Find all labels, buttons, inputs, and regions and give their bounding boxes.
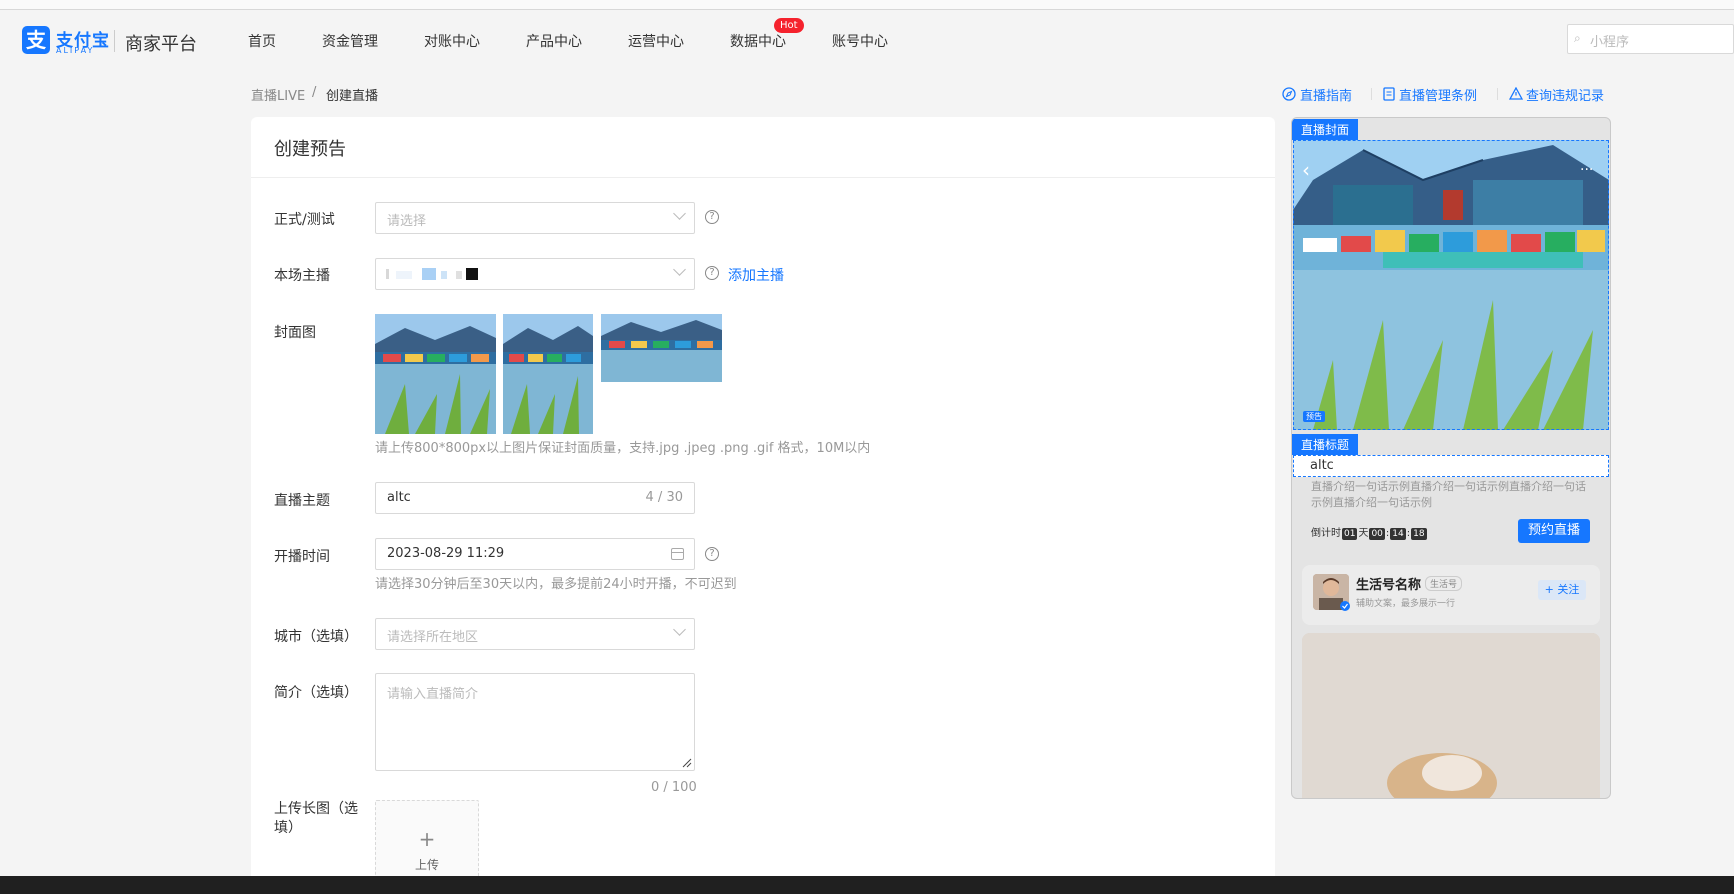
follow-button[interactable]: + 关注 bbox=[1538, 580, 1586, 600]
alipay-logo-sub: ALIPAY bbox=[56, 46, 95, 55]
link-divider bbox=[1371, 88, 1372, 100]
topic-counter: 4 / 30 bbox=[645, 490, 683, 505]
nav-home[interactable]: 首页 bbox=[248, 31, 276, 51]
intro-textarea[interactable]: 请输入直播简介 bbox=[375, 673, 695, 771]
cover-thumbnail-1[interactable] bbox=[375, 314, 496, 434]
countdown-day-unit: 天 bbox=[1358, 528, 1369, 539]
intro-placeholder: 请输入直播简介 bbox=[387, 687, 479, 702]
cover-label: 封面图 bbox=[274, 325, 316, 341]
life-account-subtitle: 辅助文案，最多展示一行 bbox=[1356, 599, 1456, 609]
os-taskbar bbox=[0, 876, 1734, 894]
breadcrumb-current: 创建直播 bbox=[326, 89, 379, 104]
preview-countdown: 倒计时 01 天 00:14:18 bbox=[1311, 528, 1427, 540]
cover-thumbnail-3[interactable] bbox=[601, 314, 722, 382]
calendar-icon bbox=[671, 548, 684, 560]
cover-hint: 请上传800*800px以上图片保证封面质量，支持.jpg .jpeg .png… bbox=[375, 441, 871, 456]
intro-label: 简介（选填） bbox=[274, 685, 358, 701]
cover-tag: 直播封面 bbox=[1292, 119, 1359, 140]
countdown-minutes: 14 bbox=[1390, 528, 1406, 540]
nav-operations[interactable]: 运营中心 bbox=[628, 31, 684, 51]
warning-icon bbox=[1509, 87, 1523, 100]
city-placeholder: 请选择所在地区 bbox=[387, 630, 479, 645]
breadcrumb-parent[interactable]: 直播LIVE bbox=[251, 85, 305, 104]
search-placeholder: 小程序 bbox=[1590, 35, 1630, 50]
top-header: 支 支付宝 ALIPAY 商家平台 首页 资金管理 对账中心 产品中心 运营中心… bbox=[0, 10, 1734, 72]
hot-badge: Hot bbox=[774, 18, 804, 33]
mode-placeholder: 请选择 bbox=[387, 214, 427, 229]
nav-account[interactable]: 账号中心 bbox=[832, 31, 888, 51]
anchor-label: 本场主播 bbox=[274, 268, 330, 284]
link-live-rules[interactable]: 直播管理条例 bbox=[1399, 85, 1477, 104]
life-account-card: 生活号名称 生活号 辅助文案，最多展示一行 + 关注 bbox=[1302, 565, 1600, 625]
topic-label: 直播主题 bbox=[274, 493, 330, 509]
anchor-select[interactable] bbox=[375, 258, 695, 290]
card-title: 创建预告 bbox=[274, 139, 346, 160]
preview-title-value: altc bbox=[1310, 458, 1334, 473]
compass-icon bbox=[1282, 87, 1296, 101]
chevron-down-icon bbox=[673, 623, 686, 636]
countdown-label: 倒计时 bbox=[1311, 528, 1341, 539]
plus-icon: + bbox=[418, 827, 436, 851]
topic-input[interactable]: altc 4 / 30 bbox=[375, 482, 695, 514]
platform-name: 商家平台 bbox=[125, 34, 197, 55]
upload-label: 上传 bbox=[414, 858, 439, 872]
help-icon[interactable]: ? bbox=[705, 547, 719, 561]
link-violation-records[interactable]: 查询违规记录 bbox=[1526, 85, 1604, 104]
browser-topline bbox=[0, 0, 1734, 10]
resize-handle-icon[interactable] bbox=[682, 758, 692, 768]
mode-label: 正式/测试 bbox=[274, 212, 335, 228]
chevron-down-icon bbox=[673, 207, 686, 220]
document-icon bbox=[1383, 87, 1395, 101]
mode-select[interactable]: 请选择 bbox=[375, 202, 695, 234]
long-image-label: 上传长图（选填） bbox=[274, 801, 358, 836]
chevron-down-icon bbox=[673, 263, 686, 276]
link-live-guide[interactable]: 直播指南 bbox=[1300, 85, 1352, 104]
reserve-live-button[interactable]: 预约直播 bbox=[1518, 519, 1590, 543]
search-icon: ⌕ bbox=[1574, 31, 1581, 45]
title-tag: 直播标题 bbox=[1292, 434, 1359, 455]
city-select[interactable]: 请选择所在地区 bbox=[375, 618, 695, 650]
countdown-hours: 00 bbox=[1369, 528, 1385, 540]
life-account-name: 生活号名称 bbox=[1356, 578, 1422, 593]
time-value: 2023-08-29 11:29 bbox=[387, 546, 505, 561]
breadcrumb-separator: / bbox=[312, 85, 317, 100]
countdown-seconds: 18 bbox=[1411, 528, 1427, 540]
preview-feed-image bbox=[1302, 633, 1600, 798]
time-picker[interactable]: 2023-08-29 11:29 bbox=[375, 538, 695, 570]
add-anchor-link[interactable]: 添加主播 bbox=[728, 265, 784, 285]
help-icon[interactable]: ? bbox=[705, 210, 719, 224]
countdown-days: 01 bbox=[1342, 528, 1358, 540]
link-divider bbox=[1497, 88, 1498, 100]
logo-divider bbox=[114, 30, 115, 52]
nav-reconciliation[interactable]: 对账中心 bbox=[424, 31, 480, 51]
intro-counter: 0 / 100 bbox=[651, 780, 697, 795]
search-input[interactable]: ⌕ 小程序 bbox=[1567, 24, 1734, 54]
time-hint: 请选择30分钟后至30天以内，最多提前24小时开播，不可迟到 bbox=[375, 577, 737, 592]
cover-thumbnail-2[interactable] bbox=[503, 314, 593, 434]
preview-title-box: altc bbox=[1293, 455, 1609, 477]
city-label: 城市（选填） bbox=[274, 629, 358, 645]
cover-selection-outline bbox=[1293, 140, 1609, 430]
nav-products[interactable]: 产品中心 bbox=[526, 31, 582, 51]
life-account-badge: 生活号 bbox=[1425, 576, 1463, 591]
time-label: 开播时间 bbox=[274, 549, 330, 565]
topic-value: altc bbox=[387, 490, 411, 505]
anchor-redacted-value bbox=[386, 268, 478, 280]
card-divider bbox=[251, 177, 1275, 178]
verified-icon bbox=[1340, 601, 1350, 611]
alipay-logo-icon[interactable]: 支 bbox=[22, 26, 50, 54]
preview-badge: 预告 bbox=[1303, 411, 1325, 422]
help-icon[interactable]: ? bbox=[705, 266, 719, 280]
preview-intro: 直播介绍一句话示例直播介绍一句话示例直播介绍一句话示例直播介绍一句话示例 bbox=[1311, 480, 1586, 509]
phone-preview: 直播封面 ‹ ··· 预告 直播标题 altc 直播介绍一句话示例直播介绍一句话… bbox=[1291, 117, 1611, 799]
nav-data[interactable]: 数据中心 bbox=[730, 31, 786, 51]
nav-funds[interactable]: 资金管理 bbox=[322, 31, 378, 51]
